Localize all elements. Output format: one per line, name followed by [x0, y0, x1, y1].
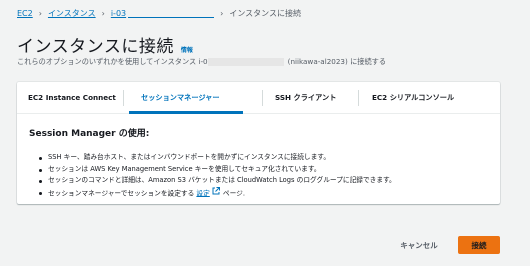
tab-ec2-instance-connect[interactable]: EC2 Instance Connect [28, 82, 116, 113]
feature-list: SSH キー、踏み台ホスト、またはインバウンドポートを開かずにインスタンスに接続… [39, 152, 396, 198]
preferences-link[interactable]: 設定 [196, 189, 209, 197]
list-item: セッションマネージャーでセッションを設定する 設定 ページ. [39, 186, 396, 200]
subtitle-text-after: (niikawa-al2023) に接続する [287, 57, 387, 66]
breadcrumb-instances[interactable]: インスタンス [48, 8, 96, 19]
page-subtitle: これらのオプションのいずれかを使用してインスタンス i-0 (niikawa-a… [17, 57, 386, 67]
page-header: インスタンスに接続 情報 [17, 32, 193, 57]
cancel-button[interactable]: キャンセル [390, 236, 448, 254]
connect-options-panel: EC2 Instance Connect セッションマネージャー SSH クライ… [17, 82, 500, 204]
list-item: セッションのコマンドと詳細は、Amazon S3 バケットまたは CloudWa… [39, 175, 396, 187]
breadcrumb-separator: › [101, 8, 105, 18]
breadcrumb-instance-id[interactable]: i-03 [111, 9, 126, 18]
breadcrumb: EC2 › インスタンス › i-03 › インスタンスに接続 [17, 6, 301, 20]
redacted-instance-id [128, 16, 215, 18]
session-manager-heading: Session Manager の使用: [29, 129, 150, 139]
list-item: セッションは AWS Key Management Service キーを使用し… [39, 164, 396, 176]
breadcrumb-ec2[interactable]: EC2 [17, 9, 33, 18]
tab-divider [123, 90, 124, 106]
tab-session-manager[interactable]: セッションマネージャー [141, 82, 220, 113]
list-item-text: ページ. [222, 188, 245, 197]
breadcrumb-separator: › [220, 8, 224, 18]
active-tab-indicator [129, 111, 243, 114]
tab-divider [262, 90, 263, 106]
tab-divider [358, 90, 359, 106]
redacted-instance-id [207, 58, 284, 66]
page-title: インスタンスに接続 [17, 37, 174, 57]
list-item-text: セッションマネージャーでセッションを設定する [48, 188, 195, 197]
breadcrumb-separator: › [38, 8, 42, 18]
breadcrumb-current: インスタンスに接続 [229, 8, 302, 18]
tab-list: EC2 Instance Connect セッションマネージャー SSH クライ… [17, 82, 500, 114]
subtitle-text-before: これらのオプションのいずれかを使用してインスタンス i-0 [17, 57, 208, 66]
external-link-icon[interactable] [212, 186, 220, 200]
info-link[interactable]: 情報 [181, 45, 193, 54]
tab-ssh-client[interactable]: SSH クライアント [275, 82, 336, 113]
connect-button[interactable]: 接続 [458, 236, 500, 254]
list-item: SSH キー、踏み台ホスト、またはインバウンドポートを開かずにインスタンスに接続… [39, 152, 396, 164]
tab-ec2-serial-console[interactable]: EC2 シリアルコンソール [372, 82, 454, 113]
